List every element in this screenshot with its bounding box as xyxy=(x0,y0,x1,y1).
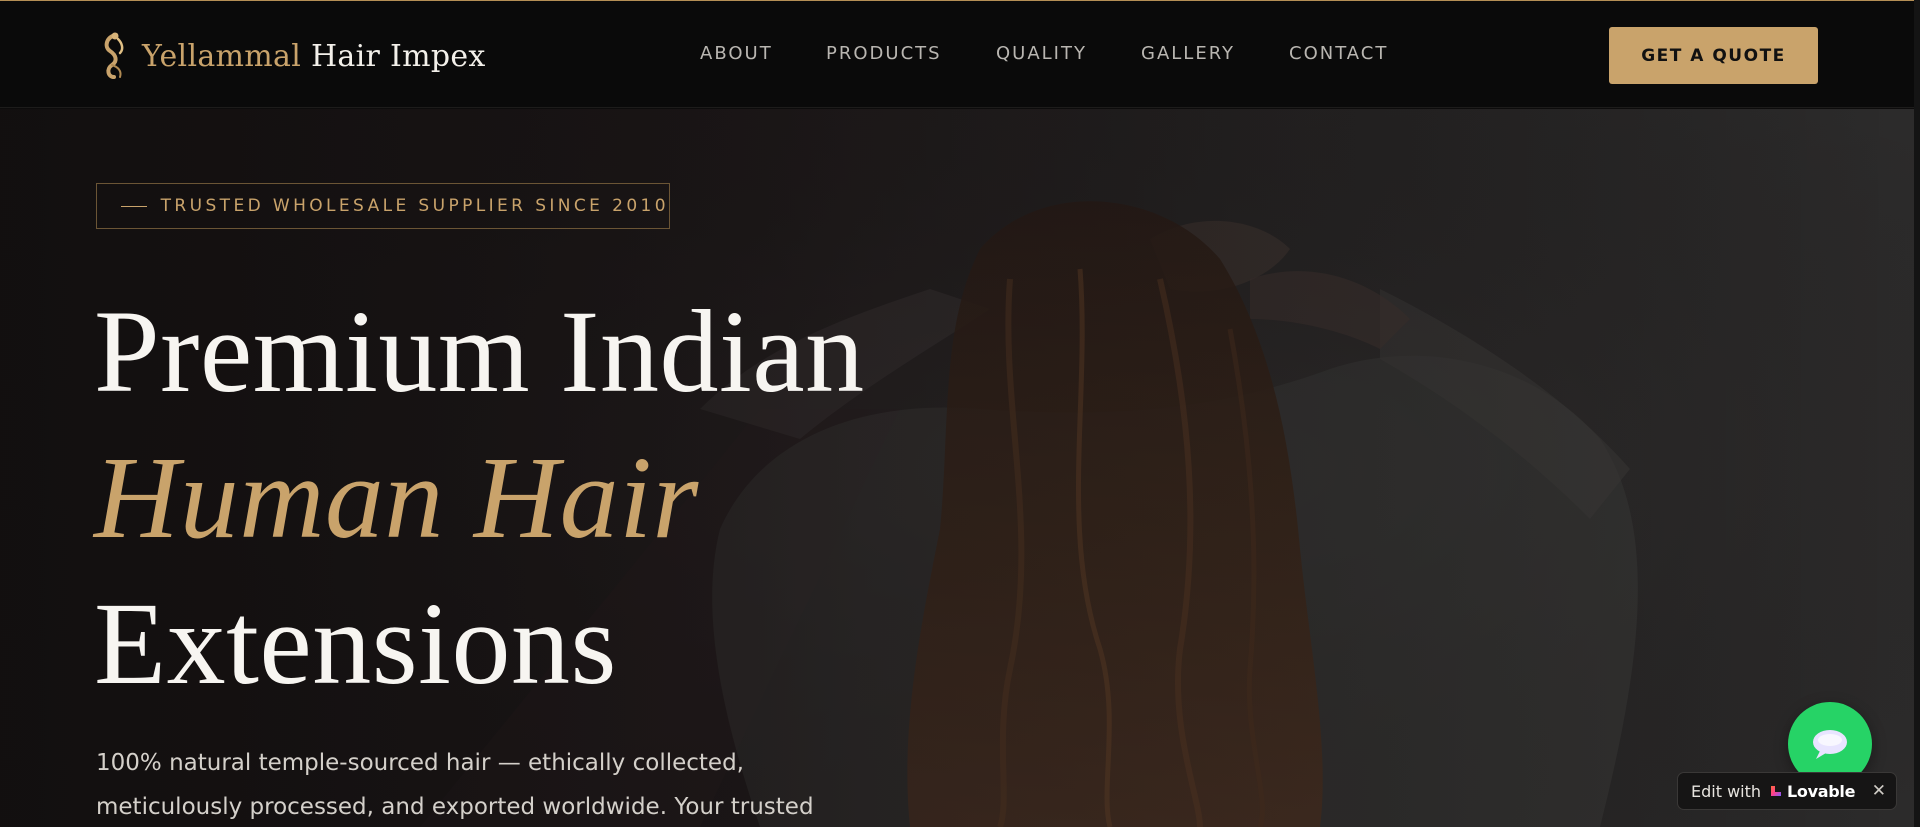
edit-with-lovable-badge[interactable]: Edit with Lovable ✕ xyxy=(1677,772,1897,810)
site-header: Yellammal Hair Impex ABOUT PRODUCTS QUAL… xyxy=(0,1,1920,108)
nav-link-about[interactable]: ABOUT xyxy=(700,43,826,64)
brand-logo[interactable]: Yellammal Hair Impex xyxy=(98,31,486,81)
eyebrow-dash xyxy=(121,205,147,207)
nav-link-gallery[interactable]: GALLERY xyxy=(1141,43,1289,64)
hair-swirl-icon xyxy=(104,32,124,79)
get-quote-button[interactable]: GET A QUOTE xyxy=(1609,27,1818,84)
badge-brand-label: Lovable xyxy=(1787,781,1856,801)
lead-line-2: meticulously processed, and exported wor… xyxy=(96,794,814,820)
brand-name-secondary: Hair Impex xyxy=(310,38,486,74)
nav-link-contact[interactable]: CONTACT xyxy=(1289,43,1419,64)
badge-edit-label: Edit with xyxy=(1691,781,1762,801)
headline-line-1: Premium Indian xyxy=(94,286,865,417)
page-scrollbar-track[interactable] xyxy=(1914,0,1920,827)
brand-name-primary: Yellammal xyxy=(142,38,302,74)
main-nav: ABOUT PRODUCTS QUALITY GALLERY CONTACT xyxy=(700,43,1419,64)
lovable-heart-icon xyxy=(1771,786,1782,796)
trusted-supplier-badge: TRUSTED WHOLESALE SUPPLIER SINCE 2010 xyxy=(96,183,670,229)
chat-bubble-icon xyxy=(1813,730,1847,759)
lead-line-1: 100% natural temple-sourced hair — ethic… xyxy=(96,750,744,776)
hero-headline: Premium Indian Human Hair Extensions xyxy=(94,279,865,717)
eyebrow-text: TRUSTED WHOLESALE SUPPLIER SINCE 2010 xyxy=(160,196,669,216)
nav-link-quality[interactable]: QUALITY xyxy=(996,43,1141,64)
nav-link-products[interactable]: PRODUCTS xyxy=(826,43,996,64)
hero-lead-paragraph: 100% natural temple-sourced hair — ethic… xyxy=(96,741,856,827)
headline-line-2: Human Hair xyxy=(94,432,699,563)
hero-section: TRUSTED WHOLESALE SUPPLIER SINCE 2010 Pr… xyxy=(0,109,1914,827)
headline-line-3: Extensions xyxy=(94,578,617,709)
close-icon[interactable]: ✕ xyxy=(1872,781,1886,801)
